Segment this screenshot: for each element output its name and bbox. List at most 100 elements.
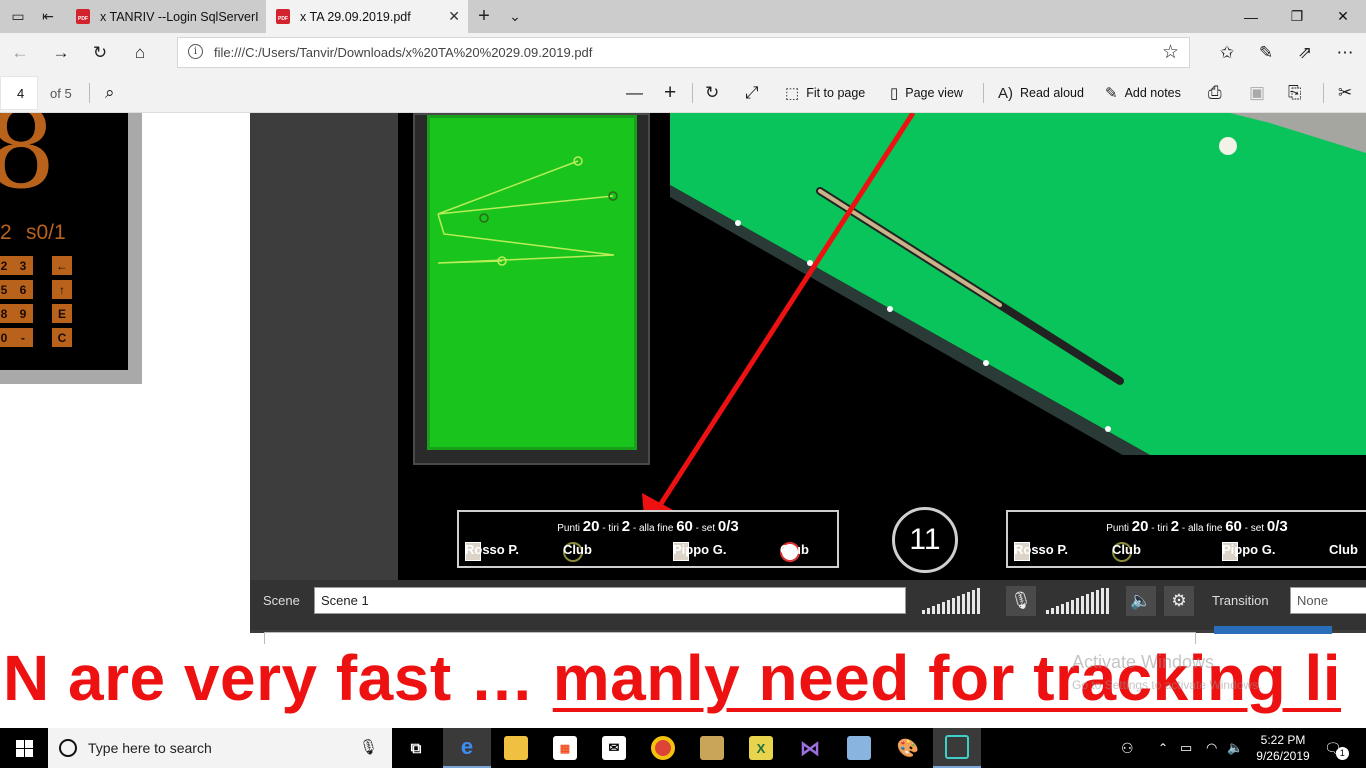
- pen-icon: ✎: [1105, 85, 1118, 102]
- player1-name: Rosso P.: [1014, 542, 1068, 557]
- refresh-button[interactable]: ↻: [85, 38, 115, 68]
- tab-manager-icon[interactable]: ▭: [4, 0, 32, 33]
- print-icon[interactable]: ⎙: [1208, 81, 1222, 105]
- set-label: set: [701, 523, 716, 534]
- excel-tool-app[interactable]: X: [737, 728, 785, 768]
- info-icon[interactable]: i: [188, 44, 203, 59]
- alla-fine-label: alla fine: [1187, 523, 1223, 534]
- more-menu-icon[interactable]: ⋯: [1330, 38, 1360, 68]
- home-button[interactable]: ⌂: [125, 38, 155, 68]
- search-icon[interactable]: ⌕: [105, 81, 115, 105]
- tab-label: x TA 29.09.2019.pdf: [300, 9, 411, 24]
- volume-icon[interactable]: 🔈: [1227, 728, 1243, 768]
- page-number-input[interactable]: 4: [0, 76, 38, 110]
- player1-name: Rosso P.: [465, 542, 519, 557]
- paint-app[interactable]: 🎨: [884, 728, 932, 768]
- people-icon[interactable]: ⚇: [1121, 728, 1134, 768]
- page-view-icon: ▯: [890, 85, 899, 102]
- web-note-icon[interactable]: ✎: [1251, 38, 1281, 68]
- fit-to-page-icon: ⬚: [785, 85, 800, 102]
- system-clock[interactable]: 5:22 PM 9/26/2019: [1248, 732, 1318, 764]
- address-bar[interactable]: i file:///C:/Users/Tanvir/Downloads/x%20…: [177, 37, 1190, 68]
- read-aloud-icon: A): [998, 84, 1013, 102]
- remote-desktop-app[interactable]: [933, 728, 981, 768]
- favorite-star-icon[interactable]: ☆: [1162, 41, 1179, 64]
- store-app[interactable]: ▦: [541, 728, 589, 768]
- taskbar-search[interactable]: Type here to search 🎙: [48, 728, 392, 768]
- divider: [89, 83, 90, 103]
- file-explorer-app[interactable]: [492, 728, 540, 768]
- image-viewer-app[interactable]: [835, 728, 883, 768]
- zoom-out-icon[interactable]: —: [626, 81, 643, 105]
- fullscreen-icon[interactable]: ⤢: [745, 81, 759, 105]
- windows-logo-icon: [15, 739, 33, 757]
- address-url[interactable]: file:///C:/Users/Tanvir/Downloads/x%20TA…: [214, 45, 592, 60]
- new-tab-button[interactable]: +: [472, 0, 496, 33]
- divider: [692, 83, 693, 103]
- set-tabs-aside-icon[interactable]: ⇤: [34, 0, 62, 33]
- set-label: set: [1250, 523, 1265, 534]
- wifi-icon[interactable]: ◠: [1206, 728, 1217, 768]
- edge-app[interactable]: e: [443, 728, 491, 768]
- add-notes-button[interactable]: ✎ Add notes: [1105, 81, 1181, 105]
- keypad-key: 6: [13, 280, 33, 299]
- action-center-button[interactable]: 🗨 1: [1324, 728, 1349, 768]
- obs-blue-button: [1214, 626, 1332, 634]
- chrome-app[interactable]: [639, 728, 687, 768]
- save-icon[interactable]: ▣: [1249, 81, 1265, 105]
- keypad-status-left: 2: [0, 221, 12, 244]
- page-count: of 5: [50, 86, 72, 101]
- taskbar: Type here to search 🎙 ⧉ e ▦ ✉ X ⋈ 🎨 ⚇ ⌃ …: [0, 728, 1366, 768]
- alla-fine-value: 60: [676, 518, 693, 535]
- activate-windows-watermark: Activate Windows Go to Settings to activ…: [1072, 652, 1261, 692]
- minimize-button[interactable]: —: [1228, 0, 1274, 33]
- restore-button[interactable]: ❐: [1274, 0, 1320, 33]
- search-placeholder: Type here to search: [88, 740, 212, 756]
- page-view-button[interactable]: ▯ Page view: [890, 81, 963, 105]
- start-button[interactable]: [0, 728, 48, 768]
- forward-button[interactable]: →: [46, 38, 76, 68]
- show-hidden-icons-chevron-icon[interactable]: ⌃: [1158, 728, 1168, 768]
- notification-count: 1: [1335, 746, 1349, 760]
- save-as-icon[interactable]: ⎘: [1288, 81, 1302, 105]
- keypad-key: -: [13, 328, 33, 347]
- keypad-key: 2: [0, 256, 14, 275]
- unpin-toolbar-icon[interactable]: ✂: [1338, 81, 1352, 105]
- navigation-bar: ← → ↻ ⌂ i file:///C:/Users/Tanvir/Downlo…: [0, 33, 1366, 73]
- scene-name-field: Scene 1: [314, 587, 906, 614]
- club2-label: Club: [780, 542, 809, 557]
- tiri-value: 2: [1170, 518, 1180, 535]
- tab-login-sqlserver[interactable]: PDF x TANRIV --Login SqlServerI: [66, 0, 264, 33]
- zoom-in-icon[interactable]: +: [664, 81, 676, 105]
- transition-label: Transition: [1212, 593, 1269, 608]
- keypad-key: 0: [0, 328, 14, 347]
- back-button[interactable]: ←: [5, 38, 35, 68]
- close-window-button[interactable]: ✕: [1320, 0, 1366, 33]
- tab-preview-chevron-icon[interactable]: ⌄: [502, 0, 528, 33]
- clock-date: 9/26/2019: [1256, 749, 1310, 763]
- obs-screenshot: Punti 20 - tiri 2 - alla fine 60 - set 0…: [250, 113, 1366, 633]
- visual-studio-app[interactable]: ⋈: [786, 728, 834, 768]
- title-bar: ▭ ⇤ PDF x TANRIV --Login SqlServerI PDF …: [0, 0, 1366, 33]
- battery-icon[interactable]: ▭: [1180, 728, 1192, 768]
- player2-name: Pippo G.: [673, 542, 727, 557]
- package-app[interactable]: [688, 728, 736, 768]
- rotate-icon[interactable]: ↻: [705, 81, 719, 105]
- pdf-page[interactable]: 8 2 s0/1 2 3 ← 5 6 ↑ 8 9 E 0 - C Punti 2…: [0, 113, 1366, 728]
- cortana-icon: [59, 739, 77, 757]
- tiri-value: 2: [621, 518, 631, 535]
- scoreboard-right: Punti 20 - tiri 2 - alla fine 60 - set 0…: [1006, 510, 1366, 568]
- close-tab-icon[interactable]: ✕: [448, 8, 460, 25]
- tab-pdf-document[interactable]: PDF x TA 29.09.2019.pdf ✕: [266, 0, 468, 33]
- microphone-icon[interactable]: 🎙: [359, 738, 378, 756]
- fit-to-page-button[interactable]: ⬚ Fit to page: [785, 81, 865, 105]
- banner-text: N are very fast …: [3, 642, 553, 714]
- share-icon[interactable]: ⇗: [1290, 38, 1320, 68]
- keypad-status-right: s0/1: [26, 221, 66, 244]
- player2-name: Pippo G.: [1222, 542, 1276, 557]
- task-view-button[interactable]: ⧉: [392, 728, 440, 768]
- mail-app[interactable]: ✉: [590, 728, 638, 768]
- read-aloud-button[interactable]: A) Read aloud: [998, 81, 1084, 105]
- tiri-label: tiri: [608, 523, 619, 534]
- favorites-list-icon[interactable]: ✩: [1212, 38, 1242, 68]
